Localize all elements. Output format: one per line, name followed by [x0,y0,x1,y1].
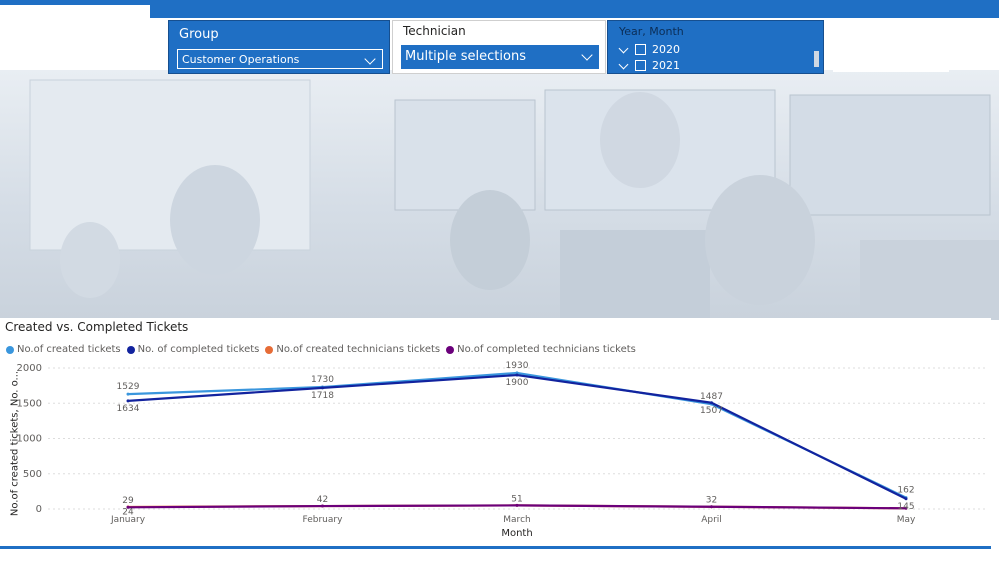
chevron-down-icon [364,53,376,65]
data-label: 29 [122,496,134,506]
scrollbar[interactable] [814,51,819,67]
technician-dropdown[interactable]: Multiple selections [401,45,599,69]
data-label: 1507 [700,406,723,416]
data-point [904,497,908,501]
data-point [515,373,519,377]
y-tick-label: 500 [23,469,42,480]
y-tick-label: 1500 [17,398,42,409]
background-photo [0,70,999,320]
data-label: 1718 [311,391,334,401]
year-label: 2020 [652,43,680,56]
year-item-2021[interactable]: 2021 [618,59,680,72]
checkbox[interactable] [635,44,646,55]
group-slicer-title: Group [179,27,219,42]
group-slicer: Group Customer Operations [168,20,390,74]
data-point [321,386,324,390]
year-item-2020[interactable]: 2020 [618,43,680,56]
data-label: 162 [897,486,914,496]
data-label: 1900 [506,378,529,388]
data-label: 32 [706,496,717,506]
group-dropdown-value: Customer Operations [182,53,300,66]
data-label: 1487 [700,392,723,402]
y-tick-label: 2000 [17,363,42,374]
data-label: 1529 [117,382,140,392]
data-label: 1930 [506,361,529,371]
year-label: 2021 [652,59,680,72]
data-label: 145 [897,502,914,512]
expand-chevron-icon[interactable] [618,59,629,69]
year-month-slicer-title: Year, Month [619,25,684,38]
technician-slicer: Technician Multiple selections [392,20,606,74]
logo-area [0,5,150,73]
y-tick-label: 1000 [17,434,42,445]
series-line [127,371,907,499]
x-tick-label: February [303,515,344,525]
x-tick-label: May [897,515,916,525]
year-month-slicer: Year, Month 2020 2021 [607,20,824,74]
chevron-down-icon [581,49,593,61]
data-label: 42 [317,495,328,505]
series-line [127,373,907,500]
data-label: 1634 [117,404,140,414]
technician-dropdown-value: Multiple selections [405,49,526,64]
data-label: 51 [511,494,522,504]
y-tick-label: 0 [36,504,42,515]
data-point [126,392,130,396]
group-dropdown[interactable]: Customer Operations [177,49,383,69]
x-axis-title: Month [501,528,532,539]
expand-chevron-icon[interactable] [618,43,629,53]
blank-panel [833,18,949,72]
checkbox[interactable] [635,60,646,71]
line-chart: 0500100015002000January February March Apri… [17,361,988,539]
line-chart-card: Created vs. Completed Tickets No.of crea… [0,318,991,549]
x-tick-label: April [701,515,722,525]
data-point [126,399,130,403]
x-tick-label: March [503,515,530,525]
technician-slicer-title: Technician [403,24,466,38]
data-label: 1730 [311,375,334,385]
data-label: 24 [122,507,134,517]
